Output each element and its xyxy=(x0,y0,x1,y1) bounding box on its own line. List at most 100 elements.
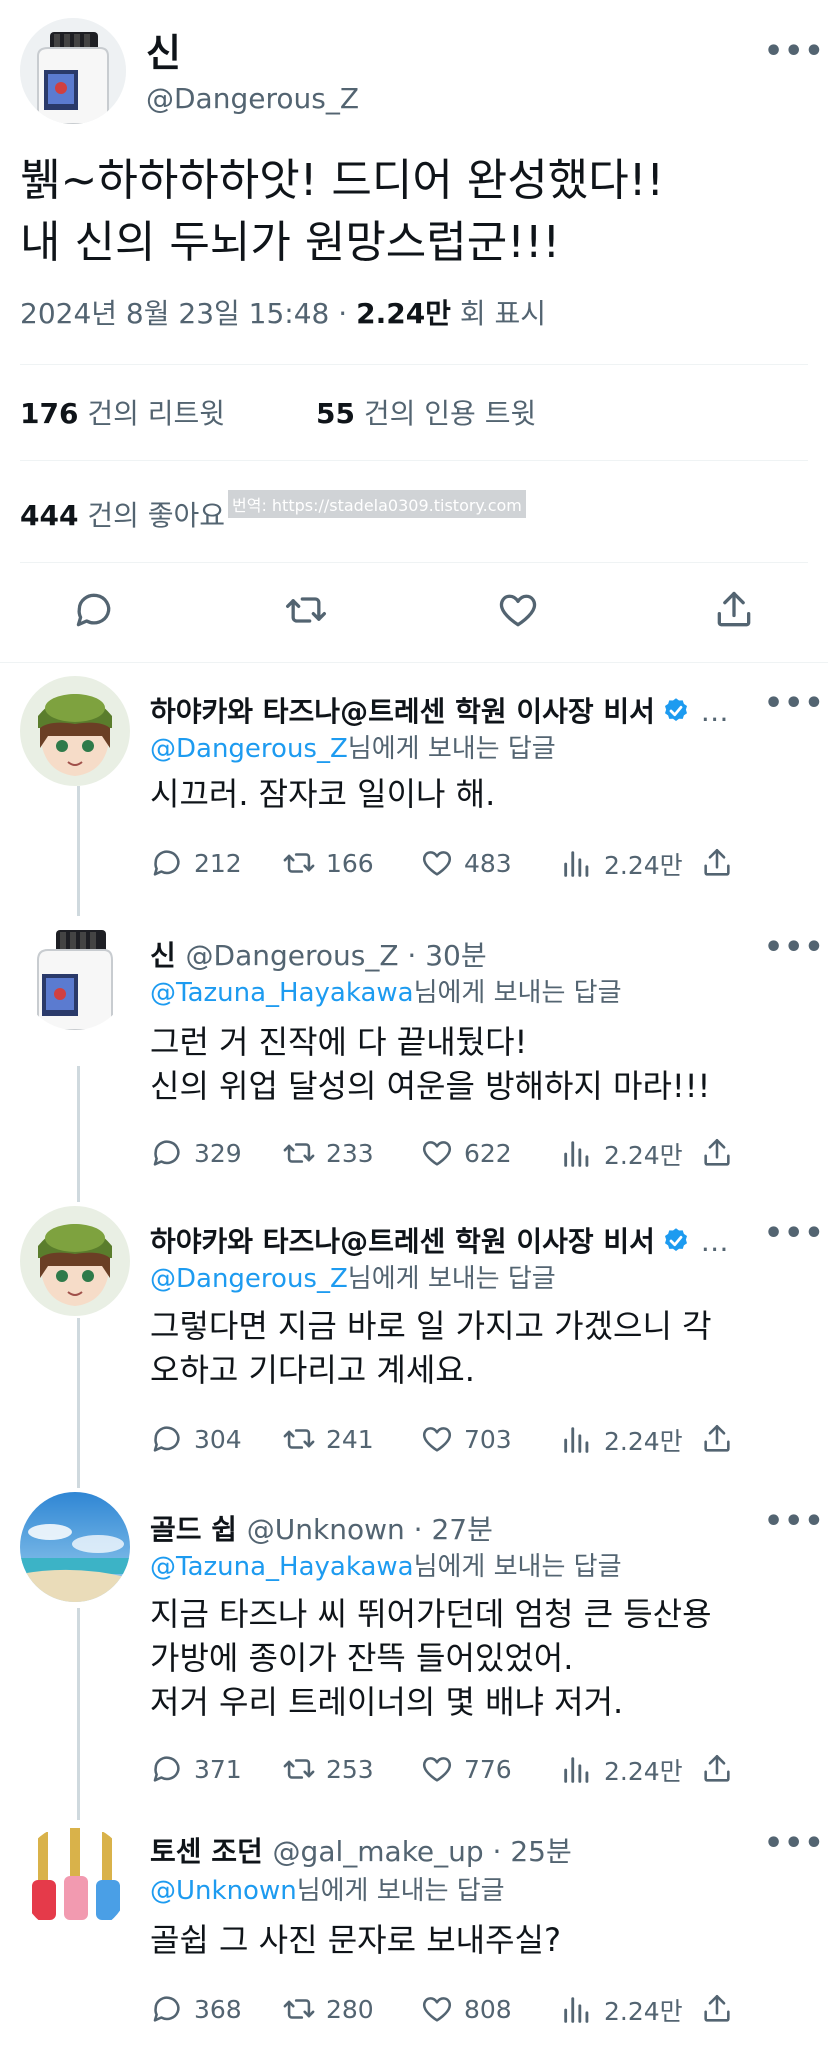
share-icon xyxy=(704,1994,730,2022)
reply-author-handle-time: @Unknown · 27분 xyxy=(246,1513,493,1546)
reply-more-options-icon[interactable]: ••• xyxy=(764,689,824,719)
main-author-handle[interactable]: @Dangerous_Z xyxy=(146,82,359,115)
retweet-button[interactable]: 166 xyxy=(282,846,374,880)
like-button[interactable]: 483 xyxy=(420,846,512,880)
share-button[interactable] xyxy=(700,1752,744,1786)
quotes-count: 55 xyxy=(316,397,355,430)
reply-to-suffix: 님에게 보내는 답글 xyxy=(347,734,556,764)
avatar-reply-5[interactable] xyxy=(20,1824,130,1934)
reply-button[interactable]: 304 xyxy=(150,1422,242,1456)
reply-to-mention[interactable]: @Tazuna_Hayakawa xyxy=(150,1552,414,1582)
like-button[interactable]: 776 xyxy=(420,1752,512,1786)
reply-more-options-icon[interactable]: ••• xyxy=(764,1219,824,1249)
reply-action-bar: 371 253 776 2.24만 xyxy=(150,1752,750,1792)
views-count: 2.24만 xyxy=(604,1997,683,2026)
avatar-reply-1[interactable] xyxy=(20,676,130,786)
share-icon[interactable] xyxy=(712,588,756,632)
retweet-button[interactable]: 233 xyxy=(282,1136,374,1170)
reply-count: 368 xyxy=(194,1994,242,2024)
reply-button[interactable]: 368 xyxy=(150,1992,242,2026)
reply-author-name[interactable]: 하야카와 타즈나@트레센 학원 이사장 비서 … xyxy=(150,1220,729,1260)
share-icon xyxy=(704,1138,730,1166)
quotes-label: 건의 인용 트윗 xyxy=(363,397,537,430)
views-icon xyxy=(564,1997,589,2023)
like-button[interactable]: 808 xyxy=(420,1992,512,2026)
likes-count: 444 xyxy=(20,499,79,532)
view-count: 2.24만 xyxy=(356,297,451,330)
retweet-icon xyxy=(283,1999,315,2019)
thread-line xyxy=(77,1066,80,1202)
like-icon xyxy=(422,1141,452,1166)
reply-to-mention[interactable]: @Dangerous_Z xyxy=(150,734,348,764)
reply-more-options-icon[interactable]: ••• xyxy=(764,1507,824,1537)
likes-label: 건의 좋아요 xyxy=(87,499,226,532)
reply-to-mention[interactable]: @Tazuna_Hayakawa xyxy=(150,978,414,1008)
reply-more-options-icon[interactable]: ••• xyxy=(764,1829,824,1859)
quotes-stat[interactable]: 55 건의 인용 트윗 xyxy=(316,392,536,432)
reply-text: 골쉽 그 사진 문자로 보내주실? xyxy=(150,1921,561,1959)
tweet-meta: 2024년 8월 23일 15:48 · 2.24만 회 표시 xyxy=(20,292,546,332)
main-tweet-text: 뷁~하하하하앗! 드디어 완성했다!! 내 신의 두뇌가 원망스럽군!!! xyxy=(20,155,664,268)
share-button[interactable] xyxy=(700,1422,744,1456)
reply-author-name[interactable]: 신 @Dangerous_Z · 30분 xyxy=(150,934,487,974)
reply-count: 212 xyxy=(194,848,242,878)
avatar-main[interactable] xyxy=(20,18,126,124)
reply-more-options-icon[interactable]: ••• xyxy=(764,933,824,963)
retweet-icon xyxy=(283,1143,315,1163)
reply-to-suffix: 님에게 보내는 답글 xyxy=(296,1876,505,1906)
like-count: 483 xyxy=(464,848,512,878)
share-button[interactable] xyxy=(700,846,744,880)
likes-stat[interactable]: 444 건의 좋아요 xyxy=(20,494,225,534)
avatar-reply-4[interactable] xyxy=(20,1492,130,1602)
reply-author-name[interactable]: 골드 쉽 @Unknown · 27분 xyxy=(150,1508,493,1548)
beach-avatar-image xyxy=(20,1492,130,1602)
retweet-icon[interactable] xyxy=(284,588,328,632)
share-button[interactable] xyxy=(700,1136,744,1170)
retweet-icon xyxy=(283,1429,315,1449)
retweet-button[interactable]: 253 xyxy=(282,1752,374,1786)
reply-author-name[interactable]: 토센 조던 @gal_make_up · 25분 xyxy=(150,1830,572,1870)
avatar-reply-2[interactable] xyxy=(20,920,130,1030)
robot-avatar-image xyxy=(20,18,126,124)
views-button[interactable]: 2.24만 xyxy=(560,1992,683,2028)
divider xyxy=(20,562,808,563)
reply-icon xyxy=(153,1426,180,1452)
reply-icon[interactable] xyxy=(72,588,116,632)
divider xyxy=(20,460,808,461)
retweet-button[interactable]: 280 xyxy=(282,1992,374,2026)
avatar-reply-3[interactable] xyxy=(20,1206,130,1316)
like-count: 776 xyxy=(464,1754,512,1784)
like-count: 703 xyxy=(464,1424,512,1454)
like-button[interactable]: 622 xyxy=(420,1136,512,1170)
reply-icon xyxy=(153,1140,180,1166)
reply-icon xyxy=(153,1756,180,1782)
truncation-ellipsis: … xyxy=(700,695,729,728)
nail-polish-avatar-image xyxy=(20,1824,130,1934)
verified-badge-icon xyxy=(661,1226,691,1256)
retweet-button[interactable]: 241 xyxy=(282,1422,374,1456)
retweets-stat[interactable]: 176 건의 리트윗 xyxy=(20,392,225,432)
views-button[interactable]: 2.24만 xyxy=(560,846,683,882)
reply-button[interactable]: 212 xyxy=(150,846,242,880)
like-button[interactable]: 703 xyxy=(420,1422,512,1456)
retweet-count: 280 xyxy=(326,1994,374,2024)
reply-text: 그렇다면 지금 바로 일 가지고 가겠으니 각 오하고 기다리고 계세요. xyxy=(150,1307,712,1389)
reply-to-line: @Tazuna_Hayakawa님에게 보내는 답글 xyxy=(150,1546,621,1583)
like-icon[interactable] xyxy=(496,588,540,632)
reply-to-mention[interactable]: @Dangerous_Z xyxy=(150,1264,348,1294)
reply-action-bar: 368 280 808 2.24만 xyxy=(150,1992,750,2032)
reply-to-mention[interactable]: @Unknown xyxy=(150,1876,297,1906)
section-divider xyxy=(0,662,828,663)
reply-button[interactable]: 371 xyxy=(150,1752,242,1786)
tweet-date[interactable]: 2024년 8월 23일 15:48 xyxy=(20,297,329,330)
share-button[interactable] xyxy=(700,1992,744,2026)
views-button[interactable]: 2.24만 xyxy=(560,1136,683,1172)
more-options-icon[interactable]: ••• xyxy=(764,37,824,67)
views-button[interactable]: 2.24만 xyxy=(560,1752,683,1788)
views-button[interactable]: 2.24만 xyxy=(560,1422,683,1458)
reply-button[interactable]: 329 xyxy=(150,1136,242,1170)
main-author-name[interactable]: 신 xyxy=(146,22,181,77)
reply-author-handle-time: @gal_make_up · 25분 xyxy=(272,1835,572,1868)
reply-author-name[interactable]: 하야카와 타즈나@트레센 학원 이사장 비서 … xyxy=(150,690,729,730)
retweets-label: 건의 리트윗 xyxy=(87,397,226,430)
